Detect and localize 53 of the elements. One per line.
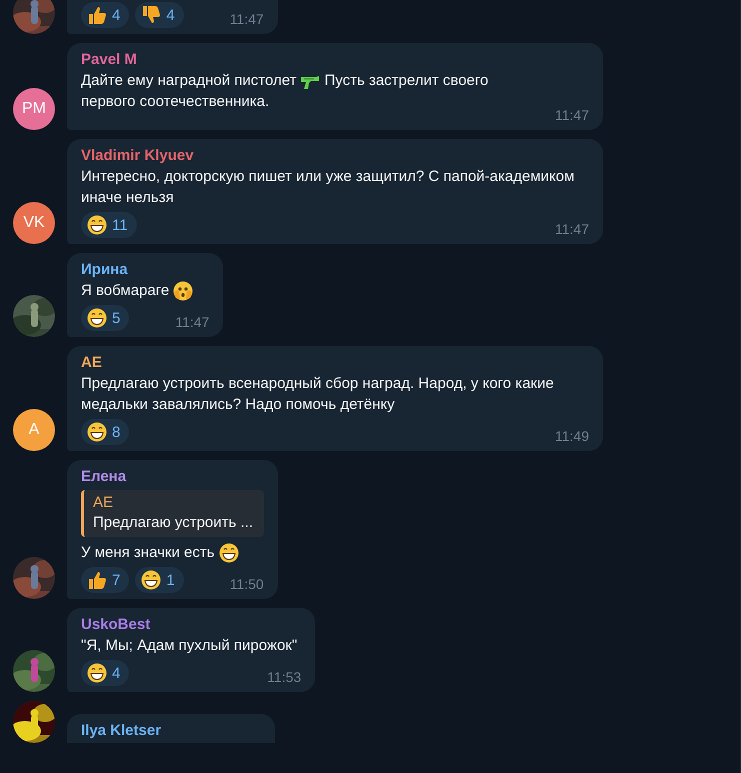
thumbs-up-icon <box>87 570 107 590</box>
reaction-chip[interactable]: 4 <box>81 2 130 28</box>
avatar[interactable]: PM <box>13 88 55 130</box>
reply-quote[interactable]: AE Предлагаю устроить ... <box>81 490 264 537</box>
message-text: Пусть застрелит своего <box>324 71 488 91</box>
reaction-count: 1 <box>166 570 175 590</box>
message-text: Предлагаю устроить всенародный сбор наград. Народ, у кого какие медальки завалялись? Надо помочь детёнку <box>81 374 555 415</box>
message-text: "Я, Мы; Адам пухлый пирожок" <box>81 636 298 656</box>
reaction-chip[interactable]: 11 <box>81 212 137 238</box>
grinning-face-icon <box>87 663 107 683</box>
message-time: 11:47 <box>174 313 210 331</box>
grinning-face-icon <box>87 215 107 235</box>
message-time: 11:49 <box>554 427 589 445</box>
reply-sender: AE <box>93 493 114 513</box>
grinning-face-icon <box>141 570 162 590</box>
avatar[interactable]: VK <box>13 202 55 244</box>
reaction-chip[interactable]: 7 <box>81 567 130 593</box>
reaction-count: 4 <box>112 6 120 26</box>
grinning-face-icon <box>218 542 239 562</box>
grinning-face-icon <box>87 308 107 328</box>
grinning-face-icon <box>87 422 107 442</box>
reaction-count: 5 <box>112 308 120 328</box>
sender-name[interactable]: Ирина <box>81 260 128 280</box>
message-text: У меня значки есть <box>81 543 215 563</box>
reply-text: Предлагаю устроить ... <box>93 513 254 533</box>
reaction-chip[interactable]: 1 <box>135 567 184 593</box>
sender-name[interactable]: Pavel M <box>81 50 137 70</box>
message-time: 11:50 <box>228 575 264 593</box>
message-time: 11:53 <box>266 668 302 686</box>
message-text: Дайте ему наградной пистолет <box>81 71 296 91</box>
reaction-count: 7 <box>112 570 120 590</box>
sender-name[interactable]: UskoBest <box>81 615 150 635</box>
reaction-chip[interactable]: 5 <box>81 305 130 331</box>
reaction-chip[interactable]: 8 <box>81 419 130 445</box>
reaction-chip[interactable]: 4 <box>81 660 130 686</box>
message-text: Я вобмараге <box>81 281 170 301</box>
message-text: Интересно, докторскую пишет или уже защитил? С папой-академиком иначе нельзя <box>81 167 576 208</box>
message-text: первого соотечественника. <box>81 92 270 112</box>
reaction-count: 4 <box>166 6 175 26</box>
message-time: 11:47 <box>554 220 589 238</box>
sender-name[interactable]: Елена <box>81 467 126 487</box>
thumbs-down-icon <box>141 5 162 25</box>
thumbs-up-icon <box>87 5 107 25</box>
face-with-hands-icon <box>173 280 194 300</box>
sender-name[interactable]: AE <box>81 353 102 373</box>
message-time: 11:47 <box>228 10 264 28</box>
reaction-chip[interactable]: 4 <box>135 2 184 28</box>
reaction-count: 11 <box>112 216 128 236</box>
reaction-count: 4 <box>112 664 120 684</box>
sender-name[interactable]: Ilya Kletser <box>81 721 162 741</box>
sender-name[interactable]: Vladimir Klyuev <box>81 146 194 166</box>
message-time: 11:47 <box>554 106 589 124</box>
reaction-count: 8 <box>112 422 120 442</box>
